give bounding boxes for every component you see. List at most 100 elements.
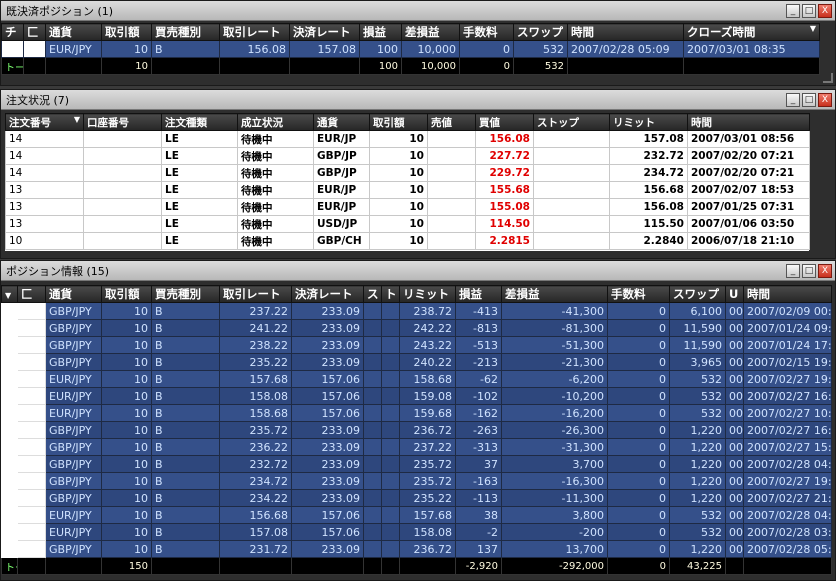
table-row[interactable]: GBP/JPY 10 B 231.72 233.09 236.72 137 13,700 0 1,… [1, 540, 832, 558]
table-cell: 100 [359, 40, 402, 58]
table-cell: 0 [607, 472, 670, 490]
column-header[interactable]: 成立状況 [237, 113, 314, 131]
column-header[interactable]: 口座番号 [83, 113, 162, 131]
column-header[interactable]: 決済レート [291, 285, 364, 303]
minimize-button[interactable]: _ [786, 3, 800, 18]
column-header[interactable]: 買売種別 [151, 285, 220, 303]
column-header[interactable]: スワップ [669, 285, 726, 303]
table-row[interactable]: 13 LE 待機中 EUR/JP 10 155.08 156.08 2007/01/25 07… [5, 198, 810, 216]
column-header[interactable]: クローズ時間 ▼ [683, 23, 820, 41]
table-cell [363, 438, 382, 456]
column-header[interactable]: 決済レート [289, 23, 360, 41]
table-cell: B [151, 370, 220, 388]
table-cell: GBP/CH [313, 232, 370, 250]
column-header[interactable]: 通貨 [45, 23, 102, 41]
table-cell: 241.22 [219, 319, 292, 337]
sort-arrow-icon[interactable]: ▼ [810, 25, 816, 34]
table-row[interactable]: EUR/JPY 10 B 157.68 157.06 158.68 -62 -6,200 0 53… [1, 370, 832, 388]
table-row[interactable]: EUR/JPY 10 B 157.08 157.06 158.08 -2 -200 0 532 00… [1, 523, 832, 541]
column-header[interactable]: リミット [609, 113, 688, 131]
column-header[interactable]: ス [363, 285, 382, 303]
column-header[interactable]: 取引額 [369, 113, 428, 131]
column-header[interactable]: 匚 [17, 285, 46, 303]
table-row[interactable]: 13 LE 待機中 USD/JP 10 114.50 115.50 2007/01/06 03… [5, 215, 810, 233]
table-row[interactable]: 14 LE 待機中 GBP/JP 10 227.72 232.72 2007/02/20 07… [5, 147, 810, 165]
column-header[interactable]: 差損益 [401, 23, 460, 41]
table-cell [17, 472, 46, 490]
table-cell: 157.06 [291, 404, 364, 422]
orders-titlebar[interactable]: 注文状況 (7) _ □ X [1, 90, 835, 110]
table-cell: 2007/03/01 08:56 [687, 130, 810, 148]
table-row[interactable]: EUR/JPY 10 B 158.08 157.06 159.08 -102 -10,200 0… [1, 387, 832, 405]
column-header[interactable]: 取引額 [101, 23, 152, 41]
column-header[interactable]: 取引額 [101, 285, 152, 303]
column-header[interactable]: 注文番号 ▼ [5, 113, 84, 131]
table-row[interactable]: GBP/JPY 10 B 232.72 233.09 235.72 37 3,700 0 1,22… [1, 455, 832, 473]
column-header[interactable]: 通貨 [313, 113, 370, 131]
table-cell: 156.68 [219, 506, 292, 524]
column-header[interactable]: 差損益 [501, 285, 608, 303]
table-cell: 237.22 [219, 302, 292, 320]
column-header[interactable]: スワップ [513, 23, 568, 41]
column-header[interactable]: 通貨 [45, 285, 102, 303]
close-button[interactable]: X [818, 263, 832, 278]
maximize-button[interactable]: □ [802, 263, 816, 278]
column-header[interactable]: ストップ [533, 113, 610, 131]
table-row[interactable]: GBP/JPY 10 B 241.22 233.09 242.22 -813 -81,300 0… [1, 319, 832, 337]
column-header[interactable]: 取引レート [219, 285, 292, 303]
table-row[interactable]: GBP/JPY 10 B 237.22 233.09 238.72 -413 -41,300 0… [1, 302, 832, 320]
table-row[interactable]: GBP/JPY 10 B 238.22 233.09 243.22 -513 -51,300 0… [1, 336, 832, 354]
resize-grip[interactable] [823, 73, 833, 83]
table-cell: -263 [455, 421, 502, 439]
table-row[interactable]: 10 LE 待機中 GBP/CH 10 2.2815 2.2840 2006/07/18 21… [5, 232, 810, 250]
table-row[interactable]: GBP/JPY 10 B 235.22 233.09 240.22 -213 -21,300 0… [1, 353, 832, 371]
table-cell [17, 302, 46, 320]
table-cell [1, 302, 18, 320]
column-header[interactable]: 時間 [687, 113, 810, 131]
column-header[interactable]: 買値 [475, 113, 534, 131]
positions-titlebar[interactable]: ポジション情報 (15) _ □ X [1, 261, 835, 281]
column-header[interactable]: 匚 [23, 23, 46, 41]
table-row[interactable]: 14 LE 待機中 GBP/JP 10 229.72 234.72 2007/02/20 07… [5, 164, 810, 182]
sort-arrow-icon[interactable]: ▼ [74, 115, 80, 124]
table-row[interactable]: GBP/JPY 10 B 234.72 233.09 235.72 -163 -16,300 0… [1, 472, 832, 490]
table-row[interactable]: GBP/JPY 10 B 235.72 233.09 236.72 -263 -26,300 0… [1, 421, 832, 439]
column-header[interactable]: 手数料 [459, 23, 514, 41]
column-header[interactable]: ト [381, 285, 400, 303]
column-header[interactable]: 売値 [427, 113, 476, 131]
column-header[interactable]: 時間 [567, 23, 684, 41]
close-button[interactable]: X [818, 92, 832, 107]
table-row[interactable]: EUR/JPY 10 B 156.08 157.08 100 10,000 0 532 2007/… [1, 40, 820, 58]
maximize-button[interactable]: □ [802, 92, 816, 107]
column-header[interactable]: U [725, 285, 744, 303]
table-row[interactable]: 14 LE 待機中 EUR/JP 10 156.08 157.08 2007/03/01 08… [5, 130, 810, 148]
column-header[interactable]: 注文種類 [161, 113, 238, 131]
minimize-button[interactable]: _ [786, 263, 800, 278]
table-row[interactable]: 13 LE 待機中 EUR/JP 10 155.68 156.68 2007/02/07 18… [5, 181, 810, 199]
column-header[interactable]: ▼ [1, 285, 18, 303]
table-row[interactable]: EUR/JPY 10 B 156.68 157.06 157.68 38 3,800 0 532 0… [1, 506, 832, 524]
table-cell [1, 472, 18, 490]
column-header[interactable]: 損益 [359, 23, 402, 41]
minimize-button[interactable]: _ [786, 92, 800, 107]
column-header[interactable]: 取引レート [219, 23, 290, 41]
table-cell: B [151, 40, 220, 58]
column-header[interactable]: リミット [399, 285, 456, 303]
column-header[interactable]: 買売種別 [151, 23, 220, 41]
column-header[interactable]: 手数料 [607, 285, 670, 303]
column-header[interactable]: チ [1, 23, 24, 41]
table-row[interactable]: GBP/JPY 10 B 236.22 233.09 237.22 -313 -31,300 0… [1, 438, 832, 456]
table-cell: 00 [725, 370, 744, 388]
sort-arrow-icon[interactable]: ▼ [5, 291, 11, 300]
table-cell [363, 472, 382, 490]
maximize-button[interactable]: □ [802, 3, 816, 18]
table-row[interactable]: GBP/JPY 10 B 234.22 233.09 235.22 -113 -11,300 0… [1, 489, 832, 507]
total-cell [17, 557, 46, 575]
table-cell: 1,220 [669, 421, 726, 439]
column-header[interactable]: 時間 [743, 285, 832, 303]
close-button[interactable]: X [818, 3, 832, 18]
column-header[interactable]: 損益 [455, 285, 502, 303]
table-cell: 157.68 [399, 506, 456, 524]
table-row[interactable]: EUR/JPY 10 B 158.68 157.06 159.68 -162 -16,200 0… [1, 404, 832, 422]
closed-positions-titlebar[interactable]: 既決済ポジション (1) _ □ X [1, 1, 835, 21]
